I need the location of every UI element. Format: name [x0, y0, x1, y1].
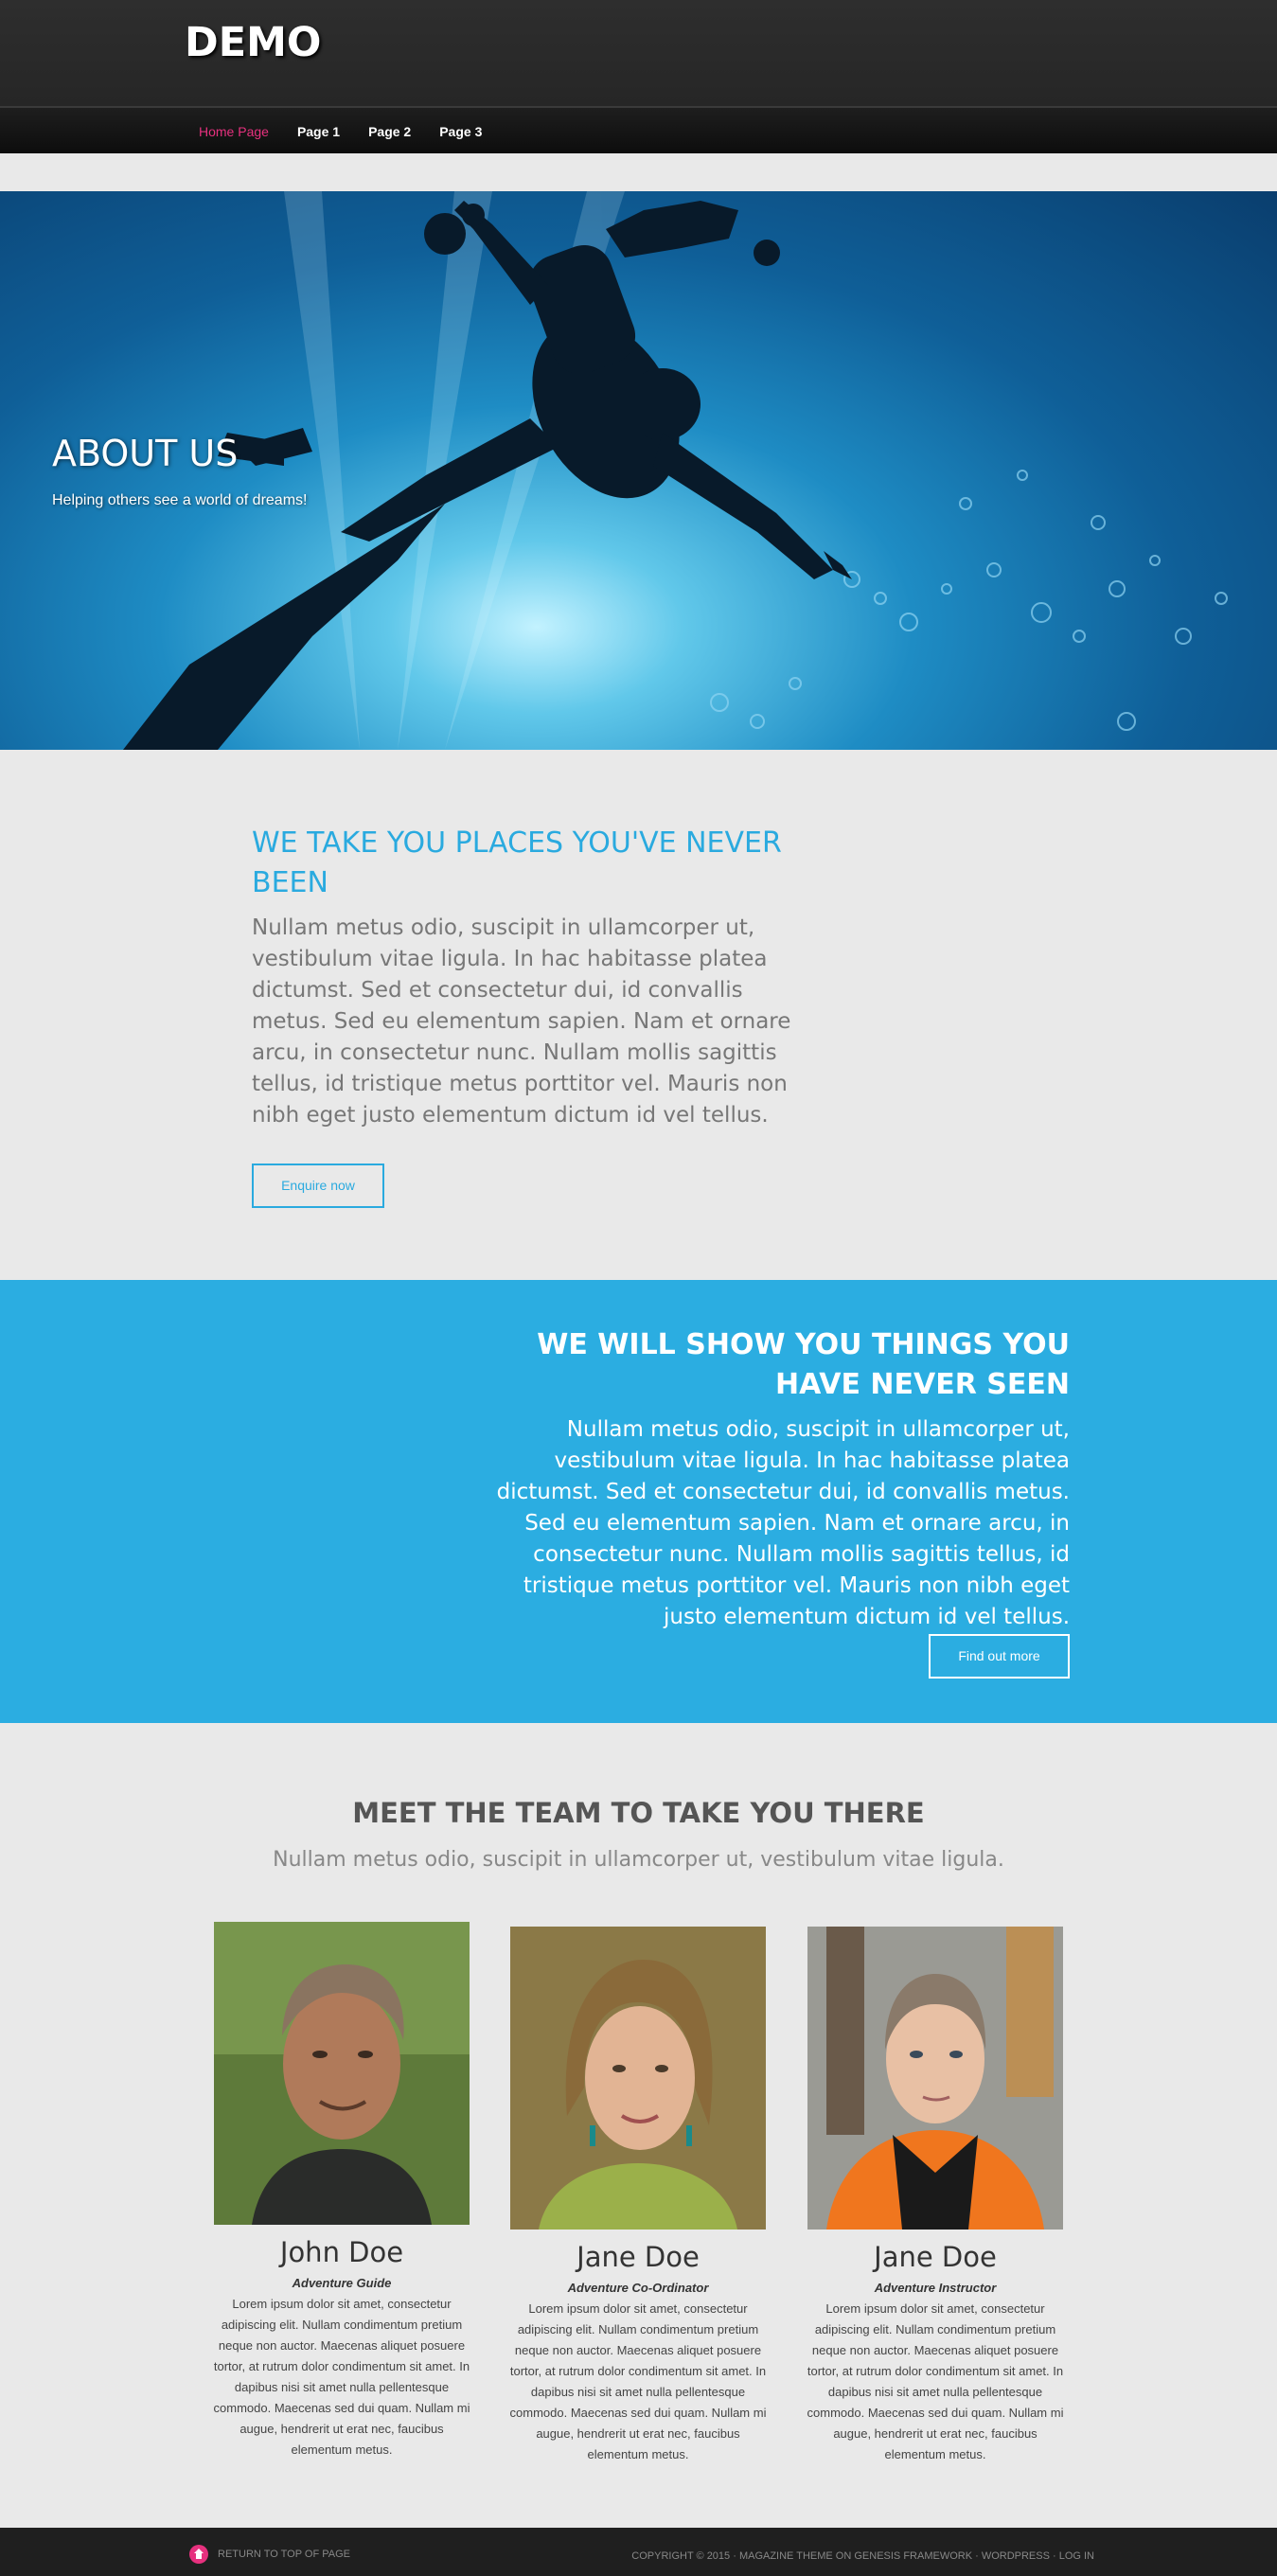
team-member-bio: Lorem ipsum dolor sit amet, consectetur …	[213, 2297, 470, 2457]
enquire-now-button[interactable]: Enquire now	[252, 1164, 384, 1208]
return-to-top-label: RETURN TO TOP OF PAGE	[218, 2549, 350, 2560]
team-member-name: Jane Doe	[874, 2241, 997, 2273]
team-member-bio: Lorem ipsum dolor sit amet, consectetur …	[509, 2301, 767, 2461]
feature-section: WE WILL SHOW YOU THINGS YOU HAVE NEVER S…	[0, 1280, 1277, 1723]
find-out-more-button[interactable]: Find out more	[929, 1634, 1070, 1679]
footer-credits[interactable]: COPYRIGHT © 2015 · MAGAZINE THEME ON GEN…	[631, 2550, 1094, 2562]
intro-section: WE TAKE YOU PLACES YOU'VE NEVER BEEN Nul…	[0, 750, 1277, 1280]
team-section: MEET THE TEAM TO TAKE YOU THERE Nullam m…	[0, 1723, 1277, 2528]
hero-subtitle: Helping others see a world of dreams!	[52, 492, 308, 508]
nav-item-home[interactable]: Home Page	[199, 124, 269, 139]
return-to-top-link[interactable]: RETURN TO TOP OF PAGE	[189, 2545, 350, 2564]
hero-title: ABOUT US	[52, 433, 239, 474]
home-icon	[189, 2545, 208, 2564]
intro-heading: WE TAKE YOU PLACES YOU'VE NEVER BEEN	[252, 826, 782, 899]
team-member-card: John Doe Adventure Guide Lorem ipsum dol…	[204, 1922, 479, 2461]
team-member-card: Jane Doe Adventure Instructor Lorem ipsu…	[798, 1927, 1073, 2465]
nav-item-page-1[interactable]: Page 1	[297, 124, 340, 139]
site-footer: RETURN TO TOP OF PAGE COPYRIGHT © 2015 ·…	[0, 2528, 1277, 2576]
team-member-photo	[510, 1927, 766, 2230]
team-member-role: Adventure Co-Ordinator	[567, 2281, 709, 2295]
team-member-role: Adventure Instructor	[874, 2281, 997, 2295]
nav-item-page-3[interactable]: Page 3	[439, 124, 482, 139]
primary-nav: Home Page Page 1 Page 2 Page 3	[0, 106, 1277, 153]
team-heading: MEET THE TEAM TO TAKE YOU THERE	[352, 1797, 925, 1829]
intro-paragraph: Nullam metus odio, suscipit in ullamcorp…	[252, 915, 791, 1128]
team-member-name: John Doe	[279, 2236, 404, 2268]
team-member-name: Jane Doe	[576, 2241, 700, 2273]
team-member-photo	[214, 1922, 470, 2225]
feature-paragraph: Nullam metus odio, suscipit in ullamcorp…	[496, 1417, 1070, 1629]
team-member-role: Adventure Guide	[292, 2276, 392, 2290]
site-title[interactable]: DEMO	[185, 19, 321, 66]
team-member-card: Jane Doe Adventure Co-Ordinator Lorem ip…	[501, 1927, 775, 2465]
team-member-photo	[807, 1927, 1063, 2230]
feature-heading: WE WILL SHOW YOU THINGS YOU HAVE NEVER S…	[537, 1328, 1070, 1401]
site-header: DEMO	[0, 0, 1277, 106]
hero-banner: ABOUT US Helping others see a world of d…	[0, 191, 1277, 750]
team-subheading: Nullam metus odio, suscipit in ullamcorp…	[273, 1848, 1004, 1872]
team-member-bio: Lorem ipsum dolor sit amet, consectetur …	[807, 2301, 1064, 2461]
nav-item-page-2[interactable]: Page 2	[368, 124, 411, 139]
